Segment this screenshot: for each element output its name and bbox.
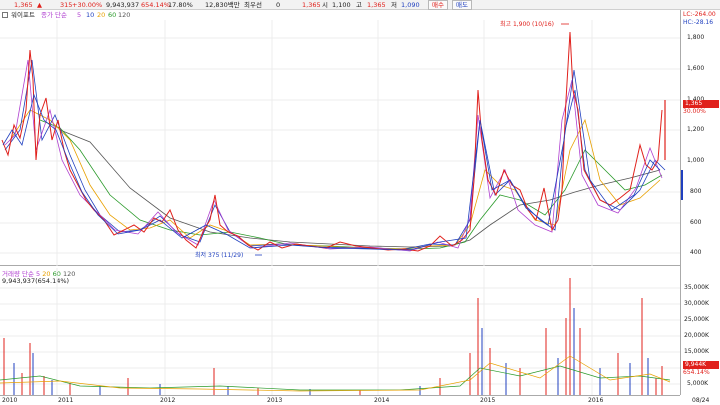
right-axis: LC:-264.00 HC:-28.16 1,800 1,600 1,400 1… bbox=[680, 10, 720, 395]
ma-period-120: 120 bbox=[118, 11, 131, 19]
x-axis: 2010 2011 2012 2013 2014 2015 2016 08/24 bbox=[0, 395, 709, 405]
price-tick-1800: 1,800 bbox=[687, 34, 705, 41]
hc-value: HC:-28.16 bbox=[683, 19, 714, 26]
current-price-pct: 30.00% bbox=[683, 108, 706, 115]
stock-chart-window: { "quote_bar": { "price": "1,365", "chan… bbox=[0, 0, 720, 405]
vol-tick-25000: 25,000K bbox=[684, 316, 709, 323]
current-volume-marker: 9,944K bbox=[683, 361, 719, 369]
current-volume-pct: 654.14% bbox=[683, 369, 710, 376]
price-tick-600: 600 bbox=[690, 219, 702, 226]
price-chart[interactable]: 최고 1,900 (10/16) 최저 375 (11/29) bbox=[0, 20, 680, 266]
sell-button[interactable]: 매도 bbox=[452, 0, 472, 10]
low-label: 저 bbox=[391, 1, 397, 9]
current-price-marker: 1,365 bbox=[683, 100, 719, 108]
high-price: 1,365 bbox=[367, 1, 386, 9]
turnover-pct: 17.80% bbox=[168, 1, 193, 9]
vol-tick-5000: 5,000K bbox=[687, 380, 709, 387]
price-range-bar bbox=[681, 170, 683, 200]
up-arrow-icon: ▲ bbox=[37, 1, 42, 9]
trade-amount: 12,830백만 bbox=[205, 1, 240, 9]
ask-label: 최우선 bbox=[244, 1, 262, 9]
price-change-pct: +30.00% bbox=[72, 1, 103, 9]
chart-tab[interactable]: 워이포트 bbox=[11, 10, 35, 20]
vol-tick-20000: 20,000K bbox=[684, 332, 709, 339]
x-tick-2010: 2010 bbox=[2, 397, 18, 404]
chart-toolbar: 워이포트 종가 단순 5 10 20 60 120 bbox=[0, 10, 720, 20]
ma-period-10: 10 bbox=[86, 11, 95, 19]
x-tick-current-date: 08/24 bbox=[692, 397, 710, 404]
vol-tick-30000: 30,000K bbox=[684, 300, 709, 307]
ma-period-60: 60 bbox=[108, 11, 117, 19]
open-price: 1,100 bbox=[332, 1, 351, 9]
volume-pct: 654.14% bbox=[141, 1, 170, 9]
price-tick-1000: 1,000 bbox=[687, 157, 705, 164]
high-annotation: 최고 1,900 (10/16) bbox=[500, 20, 554, 28]
volume-chart[interactable] bbox=[0, 268, 680, 395]
price-tick-1200: 1,200 bbox=[687, 126, 705, 133]
lc-value: LC:-264.00 bbox=[683, 11, 716, 18]
volume-value: 9,943,937 bbox=[106, 1, 140, 9]
ma-period-20: 20 bbox=[97, 11, 106, 19]
high-label: 고 bbox=[356, 1, 362, 9]
volume-chart-svg bbox=[0, 268, 680, 395]
ask-value: 0 bbox=[276, 1, 281, 9]
current-price: 1,365 bbox=[14, 1, 33, 9]
price-tick-800: 800 bbox=[690, 188, 702, 195]
x-tick-2015: 2015 bbox=[480, 397, 496, 404]
x-tick-2012: 2012 bbox=[160, 397, 176, 404]
ma-legend-label: 종가 단순 bbox=[41, 11, 67, 19]
buy-button[interactable]: 매수 bbox=[428, 0, 448, 10]
low-annotation: 최저 375 (11/29) bbox=[195, 251, 243, 259]
price-tick-1600: 1,600 bbox=[687, 65, 705, 72]
open-label: 시 bbox=[322, 1, 328, 9]
ma-period-5: 5 bbox=[77, 11, 82, 19]
ma10-line bbox=[4, 59, 666, 251]
x-tick-2011: 2011 bbox=[58, 397, 74, 404]
vol-tick-35000: 35,000K bbox=[684, 284, 709, 291]
x-tick-2016: 2016 bbox=[588, 397, 604, 404]
close-price: 1,365 bbox=[302, 1, 321, 9]
quote-bar: 1,365 ▲ 315 +30.00% 9,943,937 654.14% 17… bbox=[0, 0, 720, 10]
price-chart-svg: 최고 1,900 (10/16) 최저 375 (11/29) bbox=[0, 20, 680, 266]
x-tick-2013: 2013 bbox=[267, 397, 283, 404]
chart-settings-icon[interactable] bbox=[2, 12, 8, 18]
price-tick-400: 400 bbox=[690, 249, 702, 256]
ma120-line bbox=[59, 129, 661, 248]
vol-tick-15000: 15,000K bbox=[684, 348, 709, 355]
low-price: 1,090 bbox=[401, 1, 420, 9]
price-change: 315 bbox=[60, 1, 73, 9]
x-tick-2014: 2014 bbox=[374, 397, 390, 404]
